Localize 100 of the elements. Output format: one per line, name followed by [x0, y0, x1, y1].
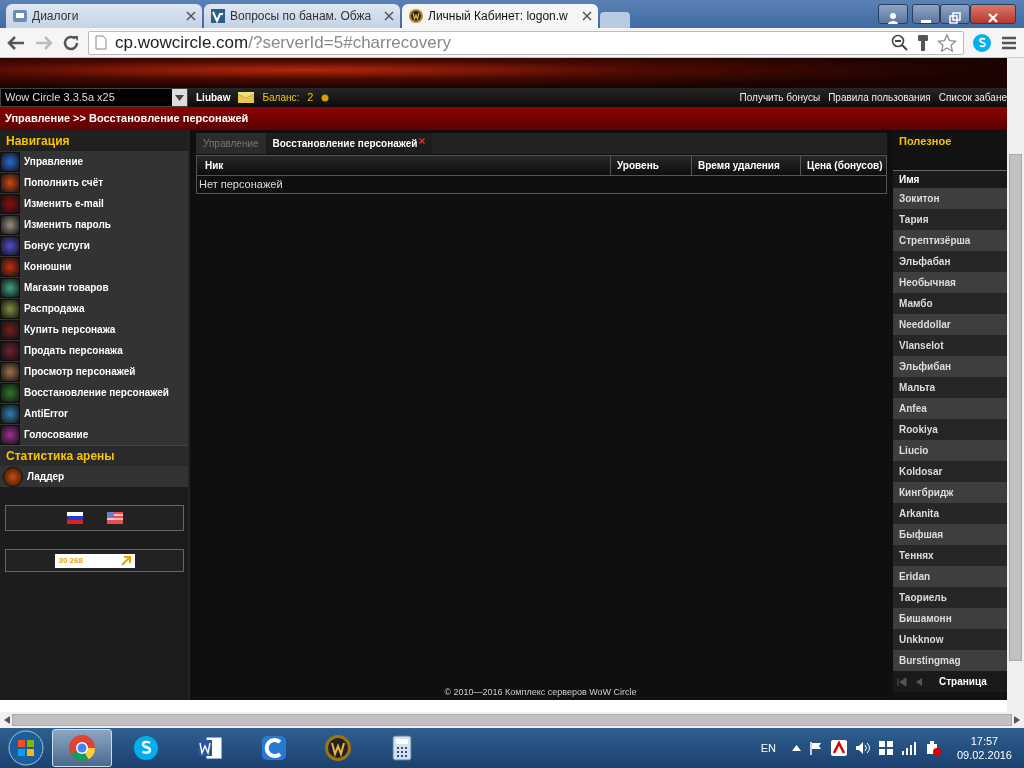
name-row: Быфшая	[893, 524, 1007, 545]
item-icon	[0, 172, 20, 193]
item-icon	[0, 382, 20, 403]
flag-icon[interactable]	[808, 741, 823, 755]
name-row: Unkknow	[893, 629, 1007, 650]
language-indicator[interactable]: EN	[760, 739, 776, 757]
close-button[interactable]	[970, 4, 1016, 24]
minimize-icon	[921, 20, 931, 24]
flag-icon[interactable]	[106, 512, 123, 524]
back-icon[interactable]	[6, 33, 26, 52]
chrome-icon	[68, 734, 96, 762]
nav-item[interactable]: Пополнить счёт	[0, 172, 188, 193]
nav-item[interactable]: Продать персонажа	[0, 340, 188, 361]
caret-icon	[175, 94, 184, 101]
nav-item[interactable]: Магазин товаров	[0, 277, 188, 298]
user-name: Liubaw	[196, 91, 231, 105]
scroll-left-icon[interactable]	[4, 716, 10, 724]
nav-item[interactable]: AntiError	[0, 403, 188, 424]
close-icon[interactable]	[418, 138, 425, 144]
antivirus-icon[interactable]	[830, 740, 847, 756]
nav-item[interactable]: Голосование	[0, 424, 188, 445]
column-header[interactable]: Уровень	[610, 156, 691, 175]
balance-label: Баланс:	[262, 91, 300, 105]
scroll-right-icon[interactable]	[1014, 716, 1020, 724]
close-icon	[987, 11, 999, 24]
browser-tab[interactable]: Личный Кабинет: logon.w	[402, 4, 598, 28]
scrollbar-thumb[interactable]	[12, 714, 1012, 726]
nav-item[interactable]: Восстановление персонажей	[0, 382, 188, 403]
item-icon	[0, 403, 20, 424]
name-row: Vlanselot	[893, 335, 1007, 356]
nav-item[interactable]: Просмотр персонажей	[0, 361, 188, 382]
clock[interactable]: 17:57 09.02.2016	[956, 733, 1012, 763]
power-icon[interactable]	[924, 740, 941, 756]
column-header[interactable]: Имя	[893, 170, 1007, 188]
name-row: Бишамонн	[893, 608, 1007, 629]
menu-icon[interactable]	[1000, 34, 1018, 51]
item-icon	[0, 193, 20, 214]
star-icon[interactable]	[937, 33, 957, 52]
user-button[interactable]	[878, 4, 908, 24]
pager-label: Страница	[939, 675, 987, 689]
top-link[interactable]: Правила пользования	[828, 90, 931, 105]
windows-icon[interactable]	[878, 741, 893, 755]
item-icon	[0, 235, 20, 256]
chevron-up-icon[interactable]	[791, 745, 801, 751]
flag-icon[interactable]	[66, 512, 83, 524]
name-row: Rookiya	[893, 419, 1007, 440]
signal-icon[interactable]	[900, 741, 917, 755]
volume-icon[interactable]	[854, 741, 871, 755]
skype-icon	[132, 734, 160, 762]
nav-item[interactable]: Изменить e-mail	[0, 193, 188, 214]
document-icon	[196, 734, 224, 762]
nav-item[interactable]: Изменить пароль	[0, 214, 188, 235]
nav-item[interactable]: Купить персонажа	[0, 319, 188, 340]
logo-icon	[324, 734, 352, 762]
panel-title: Полезное	[899, 135, 952, 147]
content-tab[interactable]: Восстановление персонажей	[265, 133, 432, 154]
logo-icon	[210, 8, 226, 24]
restore-button[interactable]	[940, 4, 970, 24]
minimize-button[interactable]	[912, 4, 940, 24]
page-icon	[95, 35, 107, 50]
name-row: Зокитон	[893, 188, 1007, 209]
tab-title: Личный Кабинет: logon.w	[428, 8, 569, 25]
envelope-icon	[238, 91, 255, 104]
column-header[interactable]: Ник	[197, 156, 610, 175]
zoom-out-icon[interactable]	[891, 33, 909, 52]
nav-item[interactable]: Ладдер	[0, 466, 188, 487]
tab-title: Вопросы по банам. Обжа	[230, 8, 373, 25]
name-row: Необычная	[893, 272, 1007, 293]
restore-icon	[949, 11, 961, 24]
nav-item[interactable]: Управление	[0, 151, 188, 172]
column-header[interactable]: Цена (бонусов)	[800, 156, 886, 175]
name-row: Стрептизёрша	[893, 230, 1007, 251]
top-link[interactable]: Список забане	[938, 90, 1007, 105]
close-icon[interactable]	[384, 11, 394, 21]
item-icon	[0, 319, 20, 340]
item-icon	[0, 361, 20, 382]
clock-time: 17:57	[969, 733, 1000, 748]
name-row: Кингбридж	[893, 482, 1007, 503]
browser-tab[interactable]: Вопросы по банам. Обжа	[204, 4, 400, 28]
address-field[interactable]: cp.wowcircle.com/?serverId=5#charrecovery	[88, 30, 964, 55]
item-icon	[0, 151, 20, 172]
name-row: Мамбо	[893, 293, 1007, 314]
nav-item[interactable]: Бонус услуги	[0, 235, 188, 256]
name-row: Теннях	[893, 545, 1007, 566]
server-dropdown[interactable]: Wow Circle 3.3.5a x25	[0, 88, 188, 107]
reload-icon[interactable]	[62, 33, 80, 52]
nav-item[interactable]: Распродажа	[0, 298, 188, 319]
close-icon[interactable]	[582, 11, 592, 21]
tab-title: Диалоги	[32, 8, 80, 25]
item-icon	[0, 424, 20, 445]
column-header[interactable]: Время удаления	[691, 156, 800, 175]
name-row: Eridan	[893, 566, 1007, 587]
nav-item[interactable]: Конюшни	[0, 256, 188, 277]
top-link[interactable]: Получить бонусы	[739, 90, 821, 105]
close-icon[interactable]	[186, 11, 196, 21]
clock-date: 09.02.2016	[956, 748, 1012, 763]
name-row: Needdollar	[893, 314, 1007, 335]
item-icon	[0, 298, 20, 319]
browser-tab[interactable]: Диалоги	[6, 4, 202, 28]
scrollbar-thumb[interactable]	[1009, 154, 1022, 661]
